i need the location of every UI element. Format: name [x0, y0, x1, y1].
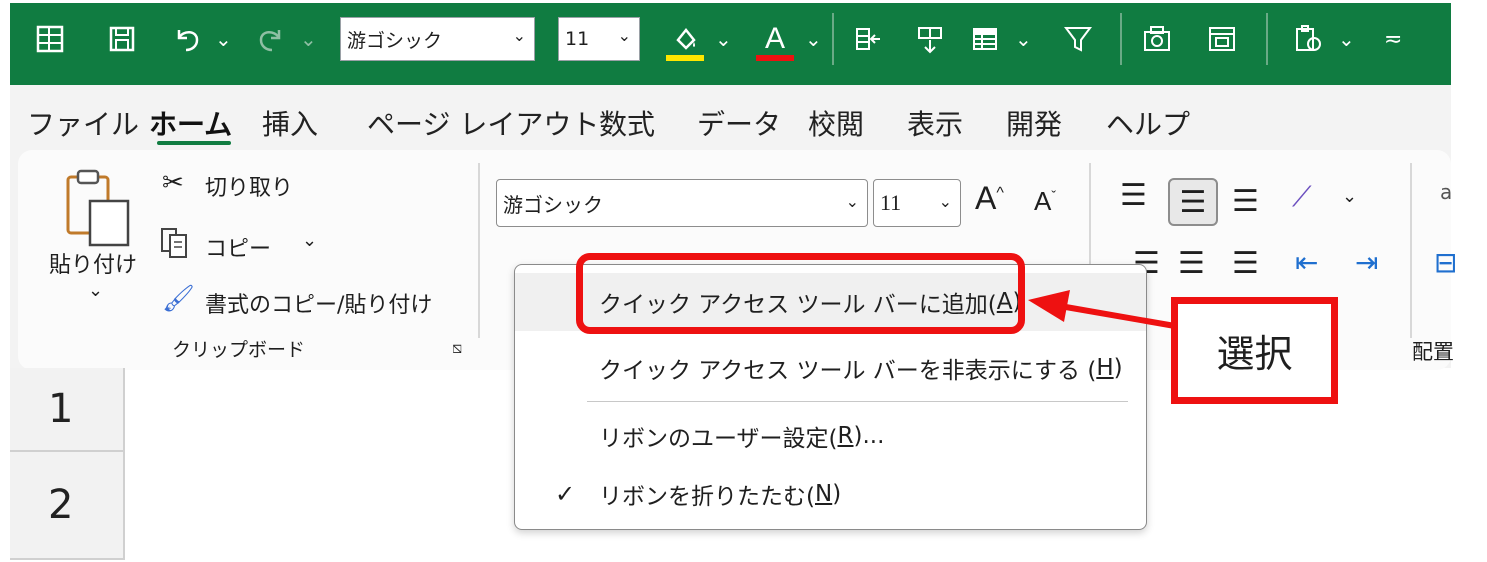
- align-middle-icon[interactable]: ☰: [1168, 178, 1218, 226]
- tab-insert[interactable]: 挿入: [262, 103, 318, 143]
- table-dropdown-chevron-icon[interactable]: ⌄: [1015, 17, 1032, 61]
- align-bottom-icon[interactable]: ☰: [1232, 184, 1259, 219]
- redo-dropdown-chevron-icon: ⌄: [300, 27, 317, 51]
- chevron-down-icon: ⌄: [617, 26, 631, 45]
- paste-label[interactable]: 貼り付け: [49, 247, 137, 279]
- qat-separator: [1120, 13, 1122, 65]
- customize-qat-icon[interactable]: ≂: [1384, 17, 1402, 61]
- annotation-callout: 選択: [1171, 297, 1338, 404]
- qat-separator: [1266, 13, 1268, 65]
- font-size-combo[interactable]: 11 ⌄: [873, 179, 961, 227]
- qat-font-name-combo[interactable]: 游ゴシック ⌄: [340, 17, 535, 61]
- align-right-icon[interactable]: ☰: [1232, 246, 1259, 281]
- active-tab-indicator: [157, 141, 231, 145]
- access-key: R: [837, 423, 854, 449]
- font-name-value: 游ゴシック: [503, 192, 603, 217]
- undo-icon[interactable]: [168, 17, 208, 61]
- highlight-box: [576, 253, 1025, 334]
- copy-icon[interactable]: [160, 227, 200, 265]
- shrink-font-icon[interactable]: Aˇ: [1034, 186, 1056, 217]
- increase-indent-icon[interactable]: ⇥: [1355, 246, 1378, 279]
- ribbon-separator: [1410, 163, 1412, 338]
- fill-color-dropdown-chevron-icon[interactable]: ⌄: [715, 17, 732, 61]
- tab-page-layout[interactable]: ページ レイアウト: [367, 103, 599, 143]
- tab-home[interactable]: ホーム: [149, 103, 232, 143]
- tab-help[interactable]: ヘルプ: [1106, 103, 1190, 143]
- menu-separator: [587, 401, 1128, 402]
- tab-data[interactable]: データ: [697, 103, 781, 143]
- merge-center-icon[interactable]: ⊟: [1434, 246, 1457, 279]
- tab-file[interactable]: ファイル: [27, 103, 139, 143]
- alignment-group-label: 配置: [1412, 340, 1454, 364]
- ribbon-separator: [478, 163, 480, 338]
- format-painter-label[interactable]: 書式のコピー/貼り付け: [205, 287, 432, 319]
- font-name-combo[interactable]: 游ゴシック ⌄: [496, 179, 868, 227]
- clipboard-launcher-icon[interactable]: ⧅: [452, 338, 462, 358]
- menu-item-label: リボンのユーザー設定(: [599, 426, 838, 452]
- fill-color-bar: [666, 55, 704, 61]
- checkmark-icon: ✓: [555, 480, 576, 508]
- paste-dropdown-chevron-icon[interactable]: ⌄: [88, 280, 103, 301]
- paste-special-dropdown-chevron-icon[interactable]: ⌄: [1338, 17, 1355, 61]
- menu-item-collapse-ribbon[interactable]: ✓ リボンを折りたたむ(N): [515, 465, 1146, 523]
- menu-item-label: リボンを折りたたむ(: [599, 484, 815, 510]
- font-color-dropdown-chevron-icon[interactable]: ⌄: [805, 17, 822, 61]
- row-header-1[interactable]: 1: [10, 368, 125, 452]
- align-top-icon[interactable]: ☰: [1120, 178, 1147, 213]
- paste-special-icon[interactable]: [1288, 17, 1328, 61]
- tab-formulas[interactable]: 数式: [599, 103, 655, 143]
- undo-dropdown-chevron-icon[interactable]: ⌄: [215, 17, 232, 61]
- access-key: N: [814, 481, 833, 507]
- freeze-panes-icon[interactable]: [910, 17, 950, 61]
- menu-item-suffix: ): [832, 481, 842, 507]
- chevron-down-icon: ⌄: [845, 192, 859, 211]
- quick-access-toolbar: ⌄ ⌄ 游ゴシック ⌄ 11 ⌄ ⌄ A ⌄ ⌄ ⌄ ≂: [10, 3, 1451, 85]
- align-center-icon[interactable]: ☰: [1178, 246, 1205, 281]
- qat-separator: [832, 13, 834, 65]
- table-icon[interactable]: [965, 17, 1005, 61]
- menu-item-suffix: ): [1113, 355, 1123, 381]
- menu-item-hide-qat[interactable]: クイック アクセス ツール バーを非表示にする (H): [515, 339, 1146, 397]
- qat-font-size-value: 11: [565, 28, 590, 50]
- menu-item-label: クイック アクセス ツール バーを非表示にする (: [599, 358, 1097, 384]
- row-header-2[interactable]: 2: [10, 452, 125, 560]
- menu-item-suffix: )...: [853, 423, 885, 449]
- paste-icon[interactable]: [62, 167, 134, 251]
- copy-dropdown-chevron-icon[interactable]: ⌄: [302, 230, 317, 251]
- filter-icon[interactable]: [1058, 17, 1098, 61]
- camera-icon[interactable]: [1137, 17, 1177, 61]
- tab-view[interactable]: 表示: [907, 103, 963, 143]
- annotation-arrow-icon: [1028, 290, 1176, 329]
- wrap-text-icon[interactable]: a: [1440, 180, 1452, 204]
- orientation-dropdown-chevron-icon[interactable]: ⌄: [1342, 186, 1357, 207]
- form-icon[interactable]: [1202, 17, 1242, 61]
- format-painter-icon[interactable]: 🖌: [162, 284, 195, 314]
- ribbon-tab-bar: ファイル ホーム 挿入 ページ レイアウト 数式 データ 校閲 表示 開発 ヘル…: [10, 85, 1451, 153]
- grow-font-icon[interactable]: A^: [975, 180, 1004, 217]
- redo-icon: [250, 17, 290, 61]
- decrease-indent-icon[interactable]: ⇤: [1295, 246, 1318, 279]
- copy-label[interactable]: コピー: [205, 231, 271, 263]
- cut-icon[interactable]: ✂: [162, 168, 184, 198]
- clipboard-group-label: クリップボード: [172, 339, 306, 361]
- access-key: H: [1096, 355, 1114, 381]
- font-size-value: 11: [880, 190, 902, 215]
- qat-font-size-combo[interactable]: 11 ⌄: [558, 17, 640, 61]
- save-icon[interactable]: [102, 17, 142, 61]
- excel-icon: [30, 17, 70, 61]
- orientation-icon[interactable]: ⟋: [1292, 180, 1312, 214]
- font-color-bar: [756, 55, 794, 61]
- chevron-down-icon: ⌄: [512, 26, 526, 45]
- tab-review[interactable]: 校閲: [808, 103, 864, 143]
- cut-label[interactable]: 切り取り: [205, 170, 293, 202]
- chevron-down-icon: ⌄: [938, 192, 952, 211]
- qat-font-name-value: 游ゴシック: [347, 29, 443, 52]
- insert-icon[interactable]: [848, 17, 888, 61]
- tab-developer[interactable]: 開発: [1006, 103, 1062, 143]
- menu-item-customize-ribbon[interactable]: リボンのユーザー設定(R)...: [515, 407, 1146, 465]
